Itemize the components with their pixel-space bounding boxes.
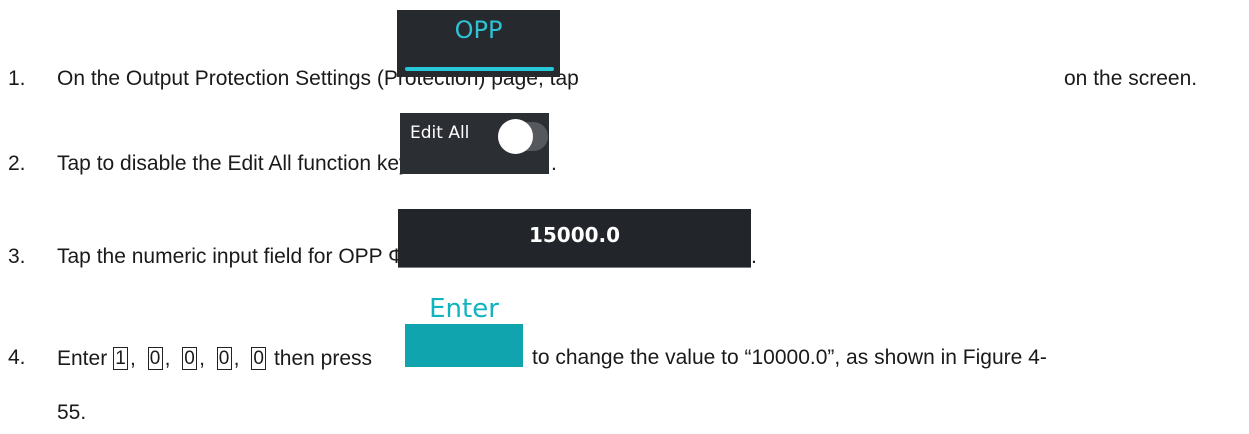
- opp-tab-image: OPP: [397, 10, 560, 77]
- step-number: 3.: [8, 245, 26, 268]
- step-text-after: .: [551, 152, 557, 175]
- edit-all-toggle-image: Edit All: [400, 113, 549, 174]
- key-separator: ,: [233, 347, 240, 370]
- toggle-knob: [498, 119, 533, 154]
- key-box: 0: [147, 347, 163, 370]
- key-box: 1: [113, 347, 129, 370]
- edit-all-label: Edit All: [410, 123, 470, 143]
- enter-key-label: Enter: [429, 294, 499, 324]
- enter-key-button: [405, 324, 523, 367]
- step-text-middle: then press: [273, 347, 373, 370]
- numeric-field-image: 15000.0: [398, 209, 751, 268]
- key-separator: ,: [199, 347, 205, 370]
- step-number: 2.: [8, 152, 26, 175]
- opp-tab-underline: [405, 67, 554, 71]
- step-text-after: on the screen.: [1064, 67, 1198, 90]
- enter-key-image: Enter: [405, 292, 523, 367]
- step-text-after: to change the value to “10000.0”, as sho…: [532, 346, 1047, 369]
- opp-tab-label: OPP: [454, 16, 503, 44]
- step-text: Enter: [57, 347, 108, 370]
- key-box: 0: [216, 347, 232, 370]
- step-text-continuation: 55.: [57, 401, 87, 424]
- key-separator: ,: [130, 347, 136, 370]
- key-box: 0: [182, 347, 198, 370]
- step-number: 1.: [8, 67, 26, 90]
- step-number: 4.: [8, 346, 26, 369]
- numeric-field-value: 15000.0: [528, 223, 621, 247]
- step-text-after: .: [751, 245, 757, 268]
- step-text: Tap to disable the Edit All function key: [57, 152, 410, 175]
- key-box: 0: [251, 347, 267, 370]
- step-text: Tap the numeric input field for OPP Φ1: [57, 245, 417, 268]
- key-separator: ,: [164, 347, 171, 370]
